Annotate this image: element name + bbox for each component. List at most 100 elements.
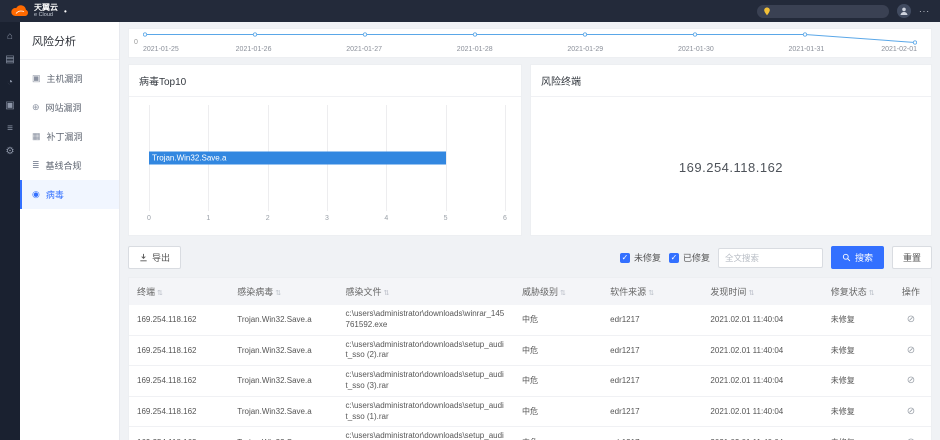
list-icon[interactable]: ≡ <box>7 124 13 134</box>
col-source[interactable]: 软件来源⇅ <box>602 278 702 305</box>
filter-unfixed-checkbox[interactable]: ✓ 未修复 <box>620 251 661 264</box>
cell-status: 未修复 <box>823 427 891 440</box>
cell-time: 2021.02.01 11:40:04 <box>702 335 822 366</box>
user-label[interactable]: ··· <box>919 7 930 16</box>
cell-terminal: 169.254.118.162 <box>129 366 229 397</box>
main-content: 0 2021-01-252021-01-262021-01-272021-01-… <box>120 22 940 440</box>
icon-rail: ⌂ ▤ ◔ ▣ ≡ ⚙ <box>0 22 20 440</box>
risk-terminal-value[interactable]: 169.254.118.162 <box>531 97 931 238</box>
virus-bar[interactable]: Trojan.Win32.Save.a <box>149 152 446 165</box>
sidebar-menu: ▣主机漏洞 ⊕ 网站漏洞 ▦补丁漏洞≣基线合规◉病毒 <box>20 60 119 209</box>
cell-virus: Trojan.Win32.Save.a <box>229 366 337 397</box>
virus-top10-title: 病毒Top10 <box>129 65 521 97</box>
operation-icon[interactable]: ⊘ <box>907 345 915 356</box>
cell-file: c:\users\administrator\downloads\winrar_… <box>338 305 514 335</box>
filter-fixed-checkbox[interactable]: ✓ 已修复 <box>669 251 710 264</box>
axis-tick-label: 4 <box>384 215 388 222</box>
sidebar-item-label: 补丁漏洞 <box>47 130 83 143</box>
sort-icon[interactable]: ⇅ <box>157 290 163 297</box>
cell-source: edr1217 <box>602 366 702 397</box>
brand-logo[interactable]: 天翼云 e Cloud • <box>10 4 67 19</box>
cell-level: 中危 <box>514 366 602 397</box>
brand-text: 天翼云 e Cloud <box>34 4 58 19</box>
cell-status: 未修复 <box>823 335 891 366</box>
user-avatar[interactable] <box>897 4 911 18</box>
cell-status: 未修复 <box>823 305 891 335</box>
table-header-row: 终端⇅ 感染病毒⇅ 感染文件⇅ 威胁级别⇅ 软件来源⇅ 发现时间⇅ 修复状态⇅ … <box>129 278 931 305</box>
sort-icon[interactable]: ⇅ <box>275 290 281 297</box>
virus-bar-label: Trojan.Win32.Save.a <box>152 154 226 163</box>
timeline-date-label: 2021-01-27 <box>346 46 382 53</box>
timeline-date-label: 2021-01-25 <box>143 46 179 53</box>
timeline-line-chart[interactable] <box>143 32 917 45</box>
sidebar-item-label: 病毒 <box>46 188 64 201</box>
brand-subname: e Cloud <box>34 12 58 18</box>
table-row[interactable]: 169.254.118.162 Trojan.Win32.Save.a c:\u… <box>129 396 931 427</box>
table-row[interactable]: 169.254.118.162 Trojan.Win32.Save.a c:\u… <box>129 305 931 335</box>
website-vuln-icon: ⊕ <box>32 103 40 112</box>
col-virus[interactable]: 感染病毒⇅ <box>229 278 337 305</box>
sidebar-item-主机漏洞[interactable]: ▣主机漏洞 <box>20 64 119 93</box>
sort-icon[interactable]: ⇅ <box>869 290 875 297</box>
timeline-date-label: 2021-01-29 <box>567 46 603 53</box>
settings-icon[interactable]: ⚙ <box>6 147 15 157</box>
operation-icon[interactable]: ⊘ <box>907 406 915 417</box>
gridline <box>505 105 506 211</box>
monitor-icon[interactable]: ◔ <box>7 78 13 88</box>
cell-level: 中危 <box>514 335 602 366</box>
cell-file: c:\users\administrator\downloads\setup_a… <box>338 366 514 397</box>
magnifier-icon <box>842 253 851 262</box>
sort-icon[interactable]: ⇅ <box>748 290 754 297</box>
col-level[interactable]: 威胁级别⇅ <box>514 278 602 305</box>
risk-terminal-panel: 风险终端 169.254.118.162 <box>530 64 932 236</box>
axis-tick-label: 1 <box>206 215 210 222</box>
col-time[interactable]: 发现时间⇅ <box>702 278 822 305</box>
sidebar-item-补丁漏洞[interactable]: ▦补丁漏洞 <box>20 122 119 151</box>
cell-virus: Trojan.Win32.Save.a <box>229 396 337 427</box>
cell-level: 中危 <box>514 396 602 427</box>
sort-icon[interactable]: ⇅ <box>648 290 654 297</box>
cell-source: edr1217 <box>602 305 702 335</box>
sidebar-item-label: 网站漏洞 <box>46 101 82 114</box>
reset-button[interactable]: 重置 <box>892 246 932 269</box>
topbar: 天翼云 e Cloud • ··· <box>0 0 940 22</box>
cell-terminal: 169.254.118.162 <box>129 396 229 427</box>
cell-terminal: 169.254.118.162 <box>129 427 229 440</box>
home-icon[interactable]: ⌂ <box>7 32 13 42</box>
topbar-search-box[interactable] <box>757 5 889 18</box>
sidebar: 风险分析 ▣主机漏洞 ⊕ 网站漏洞 ▦补丁漏洞≣基线合规◉病毒 <box>20 22 120 440</box>
cell-virus: Trojan.Win32.Save.a <box>229 335 337 366</box>
host-icon[interactable]: ▣ <box>5 101 14 111</box>
timeline-date-label: 2021-01-31 <box>789 46 825 53</box>
sidebar-item-网站漏洞[interactable]: ⊕ 网站漏洞 <box>20 93 119 122</box>
sort-icon[interactable]: ⇅ <box>560 290 566 297</box>
cell-time: 2021.02.01 11:40:04 <box>702 396 822 427</box>
virus-table: 终端⇅ 感染病毒⇅ 感染文件⇅ 威胁级别⇅ 软件来源⇅ 发现时间⇅ 修复状态⇅ … <box>129 278 931 440</box>
sort-icon[interactable]: ⇅ <box>384 290 390 297</box>
cell-terminal: 169.254.118.162 <box>129 335 229 366</box>
col-status[interactable]: 修复状态⇅ <box>823 278 891 305</box>
col-terminal[interactable]: 终端⇅ <box>129 278 229 305</box>
sidebar-item-label: 基线合规 <box>46 159 82 172</box>
col-file[interactable]: 感染文件⇅ <box>338 278 514 305</box>
cell-source: edr1217 <box>602 427 702 440</box>
sidebar-title: 风险分析 <box>20 22 119 60</box>
cell-source: edr1217 <box>602 335 702 366</box>
timeline-date-label: 2021-01-30 <box>678 46 714 53</box>
cell-source: edr1217 <box>602 396 702 427</box>
fulltext-search-input[interactable] <box>718 248 823 268</box>
table-toolbar: 导出 ✓ 未修复 ✓ 已修复 搜索 重置 <box>128 246 932 269</box>
apps-icon[interactable]: ▤ <box>5 55 14 65</box>
table-row[interactable]: 169.254.118.162 Trojan.Win32.Save.a c:\u… <box>129 335 931 366</box>
operation-icon[interactable]: ⊘ <box>907 375 915 386</box>
virus-top10-panel: 病毒Top10 Trojan.Win32.Save.a 0123456 <box>128 64 522 236</box>
operation-icon[interactable]: ⊘ <box>907 314 915 325</box>
export-button[interactable]: 导出 <box>128 246 181 269</box>
panels-row: 病毒Top10 Trojan.Win32.Save.a 0123456 风险终端… <box>128 64 932 236</box>
search-button[interactable]: 搜索 <box>831 246 884 269</box>
table-row[interactable]: 169.254.118.162 Trojan.Win32.Save.a c:\u… <box>129 427 931 440</box>
sidebar-item-基线合规[interactable]: ≣基线合规 <box>20 151 119 180</box>
sidebar-item-病毒[interactable]: ◉病毒 <box>20 180 119 209</box>
cell-file: c:\users\administrator\downloads\setup_a… <box>338 427 514 440</box>
table-row[interactable]: 169.254.118.162 Trojan.Win32.Save.a c:\u… <box>129 366 931 397</box>
